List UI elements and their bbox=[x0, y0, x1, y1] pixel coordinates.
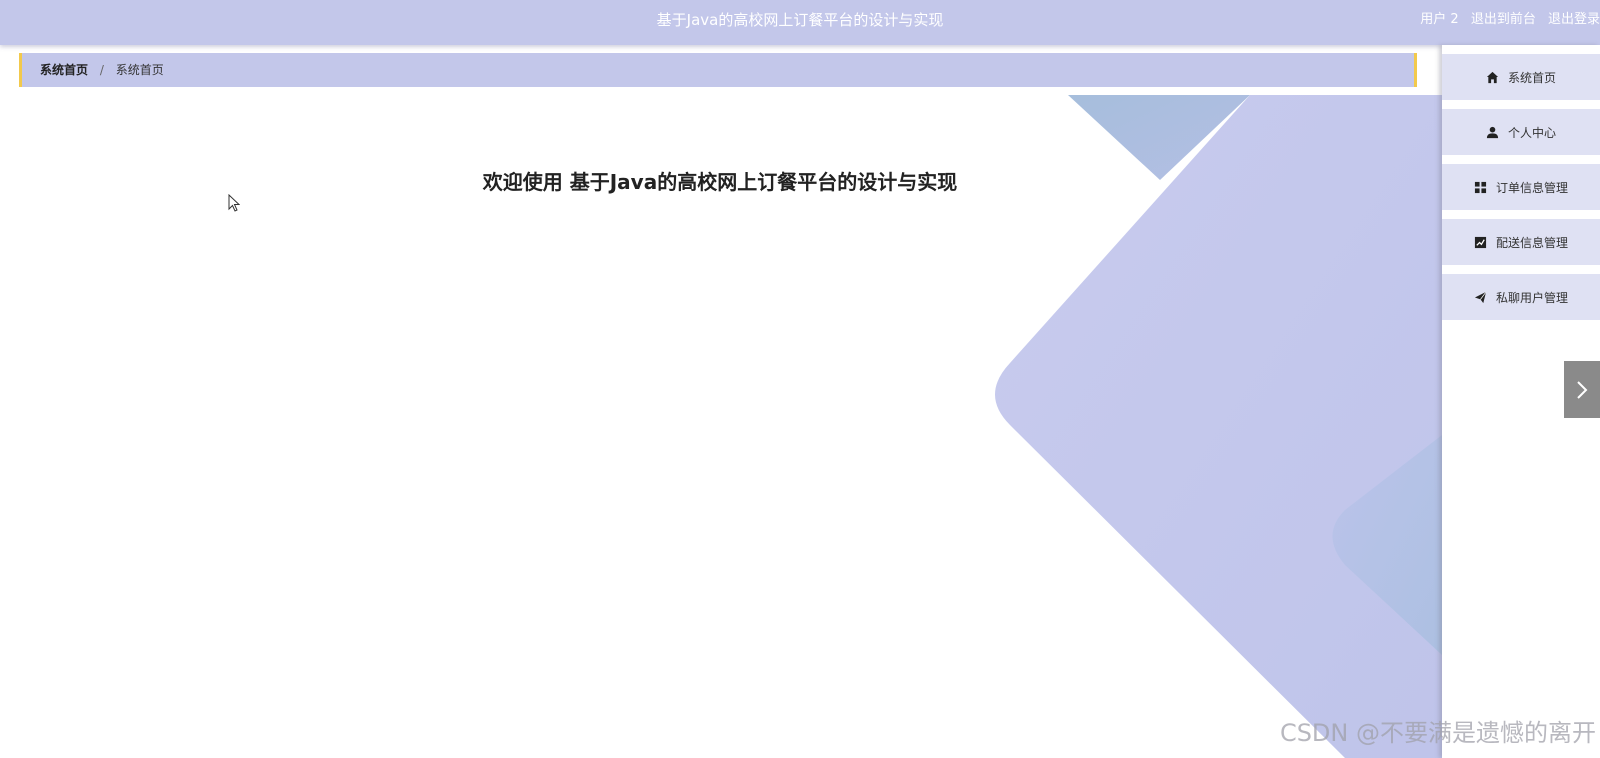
header-user-area: 用户 2 退出到前台 退出登录 bbox=[1412, 0, 1600, 40]
send-icon bbox=[1474, 290, 1488, 304]
sidebar-item-profile[interactable]: 个人中心 bbox=[1442, 109, 1600, 155]
collapse-sidebar-button[interactable] bbox=[1564, 361, 1600, 418]
sidebar-item-orders[interactable]: 订单信息管理 bbox=[1442, 164, 1600, 210]
breadcrumb: 系统首页 / 系统首页 bbox=[19, 53, 1417, 87]
sidebar-item-label: 个人中心 bbox=[1507, 125, 1556, 140]
to-frontend-link[interactable]: 退出到前台 bbox=[1471, 12, 1536, 27]
chart-icon bbox=[1474, 235, 1488, 249]
chevron-right-icon bbox=[1577, 380, 1588, 399]
sidebar-item-home[interactable]: 系统首页 bbox=[1442, 54, 1600, 100]
sidebar-item-label: 配送信息管理 bbox=[1495, 235, 1568, 250]
top-header: 基于Java的高校网上订餐平台的设计与实现 用户 2 退出到前台 退出登录 bbox=[0, 0, 1600, 45]
sidebar-item-label: 私聊用户管理 bbox=[1495, 290, 1568, 305]
sidebar-item-chat[interactable]: 私聊用户管理 bbox=[1442, 274, 1600, 320]
user-icon bbox=[1486, 125, 1500, 139]
sidebar-item-delivery[interactable]: 配送信息管理 bbox=[1442, 219, 1600, 265]
logout-link[interactable]: 退出登录 bbox=[1548, 12, 1600, 27]
current-user: 用户 2 bbox=[1420, 12, 1459, 27]
grid-icon bbox=[1474, 180, 1488, 194]
home-icon bbox=[1486, 70, 1500, 84]
watermark: CSDN @不要满是遗憾的离开 bbox=[1279, 719, 1596, 747]
welcome-heading: 欢迎使用 基于Java的高校网上订餐平台的设计与实现 bbox=[482, 170, 958, 194]
breadcrumb-current: 系统首页 bbox=[115, 63, 164, 77]
breadcrumb-separator: / bbox=[99, 63, 104, 77]
mouse-cursor-icon bbox=[228, 194, 240, 212]
sidebar-item-label: 系统首页 bbox=[1507, 70, 1556, 85]
sidebar-item-label: 订单信息管理 bbox=[1495, 180, 1568, 195]
app-title: 基于Java的高校网上订餐平台的设计与实现 bbox=[656, 11, 944, 29]
breadcrumb-home-link[interactable]: 系统首页 bbox=[40, 63, 88, 77]
